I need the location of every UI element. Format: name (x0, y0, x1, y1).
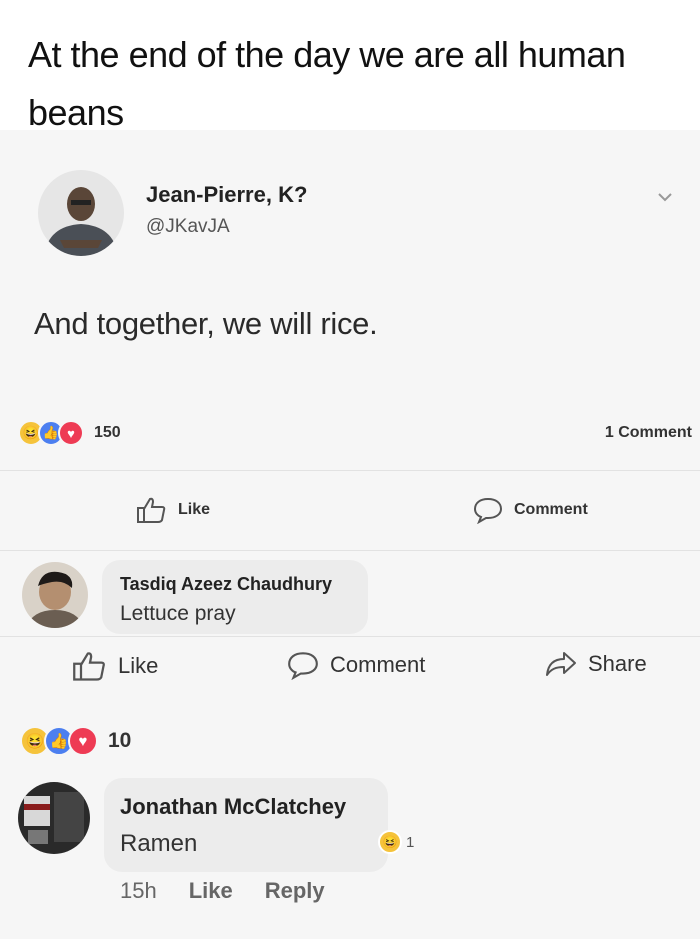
commenter-name[interactable]: Jonathan McClatchey (120, 794, 346, 820)
comment-bubble-icon (473, 497, 503, 524)
reaction-count: 10 (108, 729, 132, 752)
post-reactions-summary[interactable]: 😆 👍 ♥ 150 (18, 420, 121, 446)
comment-reactions-summary[interactable]: 😆 👍 ♥ 10 (20, 726, 131, 756)
reaction-count: 150 (94, 424, 121, 441)
share-arrow-icon (546, 652, 576, 676)
comment-text: Lettuce pray (120, 602, 236, 625)
comment-timestamp: 15h (120, 878, 157, 903)
facebook-post-screenshot: Jean-Pierre, K? @JKavJA And together, we… (0, 130, 700, 939)
divider (0, 636, 700, 637)
thumbs-up-icon (137, 497, 166, 523)
like-button[interactable]: Like (72, 650, 158, 682)
comment-button[interactable]: Comment (286, 650, 425, 680)
divider (0, 550, 700, 551)
post-text: And together, we will rice. (34, 306, 378, 341)
comment-bubble-icon (288, 652, 318, 680)
author-name[interactable]: Jean-Pierre, K? (146, 182, 307, 208)
haha-reaction-icon: 😆 (378, 830, 402, 854)
comment-bubble: Tasdiq Azeez Chaudhury Lettuce pray (102, 560, 368, 634)
reaction-count: 1 (406, 833, 415, 851)
commenter-name[interactable]: Tasdiq Azeez Chaudhury (120, 574, 332, 595)
like-button[interactable]: Like (136, 496, 210, 524)
like-label: Like (118, 653, 159, 678)
meme-caption: At the end of the day we are all human b… (28, 34, 626, 133)
author-handle: @JKavJA (146, 216, 230, 237)
comment-label: Comment (514, 501, 588, 518)
love-reaction-icon: ♥ (58, 420, 84, 446)
comment-button[interactable]: Comment (472, 496, 588, 524)
like-label: Like (178, 501, 211, 518)
comment-meta: 15h Like Reply (120, 878, 325, 904)
commenter-avatar[interactable] (18, 782, 90, 854)
thumbs-up-icon (73, 652, 105, 681)
author-avatar[interactable] (38, 170, 124, 256)
comment-bubble: Jonathan McClatchey Ramen (104, 778, 388, 872)
divider (0, 470, 700, 471)
love-reaction-icon: ♥ (68, 726, 98, 756)
comment-text: Ramen (120, 830, 198, 857)
commenter-avatar[interactable] (22, 562, 88, 628)
comment-like-link[interactable]: Like (189, 878, 233, 904)
share-label: Share (588, 651, 647, 676)
comments-count[interactable]: 1 Comment (605, 424, 692, 442)
share-button[interactable]: Share (544, 650, 647, 678)
comment-reply-link[interactable]: Reply (265, 878, 325, 904)
chevron-down-icon[interactable] (656, 188, 674, 206)
comment-reaction-badge[interactable]: 😆 1 (378, 830, 414, 854)
comment-label: Comment (330, 652, 426, 677)
